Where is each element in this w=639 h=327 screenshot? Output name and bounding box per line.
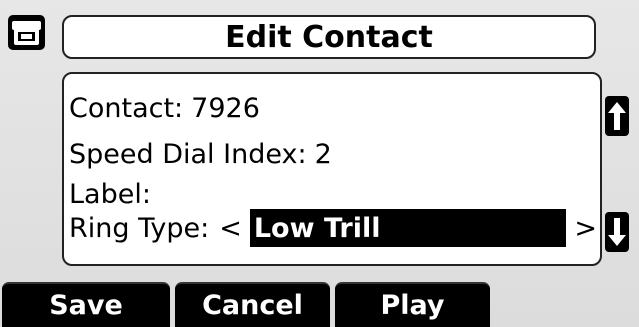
contact-label: Contact: <box>69 92 184 124</box>
contact-value: 7926 <box>191 92 260 124</box>
ring-type-row[interactable]: Ring Type: < Low Trill > <box>69 208 597 248</box>
title-bar: Edit Contact <box>62 15 596 59</box>
contact-detail-panel: Contact: 7926 Speed Dial Index: 2 Label:… <box>62 72 602 266</box>
contact-row[interactable]: Contact: 7926 <box>69 88 260 128</box>
play-button[interactable]: Play <box>335 282 490 327</box>
cancel-button[interactable]: Cancel <box>175 282 330 327</box>
ring-type-label: Ring Type: <box>69 212 210 244</box>
page-title: Edit Contact <box>225 19 433 55</box>
save-button[interactable]: Save <box>2 282 170 327</box>
phone-handset-icon <box>8 15 45 50</box>
speed-dial-value: 2 <box>314 138 332 170</box>
label-label: Label: <box>69 178 151 210</box>
ring-type-next-arrow[interactable]: > <box>574 213 597 244</box>
ring-type-select[interactable]: Low Trill <box>249 209 567 247</box>
arrow-down-icon[interactable] <box>605 212 629 252</box>
speed-dial-label: Speed Dial Index: <box>69 138 307 170</box>
ring-type-prev-arrow[interactable]: < <box>219 213 242 244</box>
speed-dial-row[interactable]: Speed Dial Index: 2 <box>69 134 332 174</box>
arrow-up-icon[interactable] <box>605 96 629 136</box>
